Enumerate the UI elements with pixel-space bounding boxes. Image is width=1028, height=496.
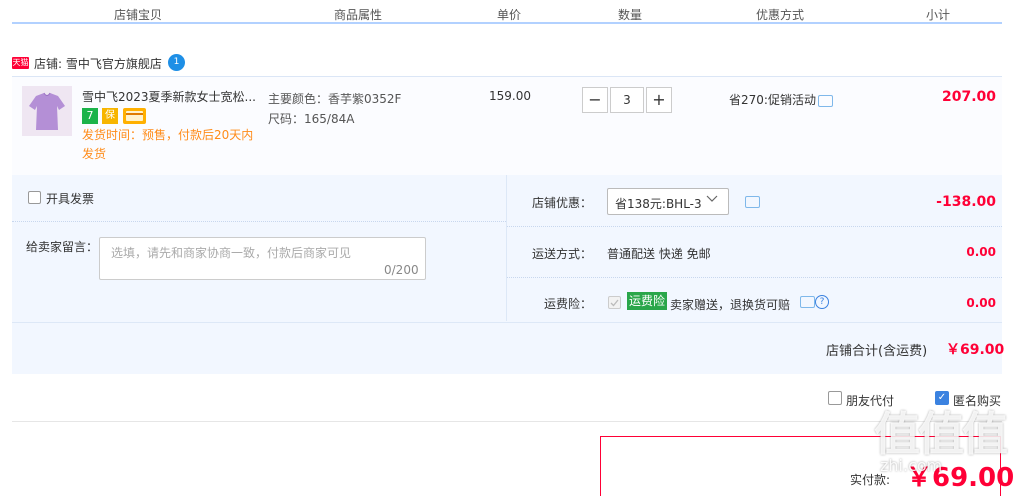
- invoice-checkbox[interactable]: [28, 191, 41, 204]
- qty-decrease-button[interactable]: −: [582, 87, 608, 113]
- seven-day-return-icon[interactable]: 7: [82, 108, 98, 124]
- insurance-checkbox[interactable]: [608, 296, 621, 309]
- watermark-domain: zhi.com: [880, 456, 943, 475]
- attr-color: 主要颜色：香芋紫0352F: [268, 92, 402, 106]
- qty-increase-button[interactable]: +: [646, 87, 672, 113]
- insurance-desc: 卖家赠送，退换货可赔: [670, 298, 791, 312]
- shop-total-label: 店铺合计(含运费): [826, 344, 928, 359]
- col-header-attr: 商品属性: [334, 8, 383, 22]
- watermark-logo: 值值值: [874, 407, 1008, 461]
- section-divider: [12, 421, 1002, 422]
- invoice-label: 开具发票: [46, 192, 95, 206]
- wangwang-chat-icon[interactable]: 1: [168, 54, 185, 71]
- qty-input[interactable]: 3: [610, 87, 644, 113]
- discount-chat-icon[interactable]: [745, 196, 760, 208]
- insurance-amount: 0.00: [966, 296, 996, 310]
- col-header-item: 店铺宝贝: [114, 8, 163, 22]
- col-header-subtotal: 小计: [926, 8, 951, 22]
- insurance-chat-icon[interactable]: [800, 296, 815, 308]
- promo-label: 省270:促销活动: [729, 93, 816, 107]
- quantity-stepper: − 3 +: [582, 87, 672, 113]
- message-char-count: 0/200: [384, 263, 419, 277]
- insurance-label: 运费险：: [544, 297, 593, 311]
- help-icon[interactable]: ?: [815, 295, 829, 309]
- insurance-tag: 运费险: [627, 292, 668, 310]
- table-header: 店铺宝贝 商品属性 单价 数量 优惠方式 小计: [0, 0, 1002, 24]
- product-thumbnail[interactable]: [22, 86, 72, 136]
- guarantee-icon[interactable]: 保: [102, 108, 118, 124]
- unit-price: 159.00: [489, 89, 531, 103]
- shipping-amount: 0.00: [966, 245, 996, 259]
- col-header-price: 单价: [497, 8, 522, 22]
- item-subtotal: 207.00: [941, 89, 996, 105]
- shop-total-amount: ￥69.00: [946, 342, 1005, 358]
- shipping-label: 运送方式：: [532, 247, 593, 261]
- header-divider: [12, 22, 1002, 24]
- col-header-promo: 优惠方式: [756, 8, 805, 22]
- product-title-link[interactable]: 雪中飞2023夏季新款女士宽松...: [82, 88, 260, 105]
- friend-pay-checkbox[interactable]: [828, 391, 842, 405]
- shop-discount-amount: -138.00: [936, 194, 996, 210]
- attr-size: 尺码：165/84A: [268, 112, 355, 126]
- credit-card-icon[interactable]: [123, 108, 146, 124]
- tmall-icon: 天猫: [12, 57, 29, 69]
- message-placeholder: 选填，请先和商家协商一致，付款后商家可见: [111, 246, 352, 260]
- promo-chat-icon[interactable]: [818, 95, 833, 107]
- shop-discount-selected: 省138元:BHL-3: [615, 197, 702, 211]
- chevron-down-icon: [706, 192, 718, 204]
- message-label: 给卖家留言：: [26, 240, 99, 254]
- shop-name-link[interactable]: 店铺: 雪中飞官方旗舰店: [34, 55, 162, 72]
- shipping-value: 普通配送 快递 免邮: [607, 247, 711, 261]
- shipping-time-note: 发货时间：预售，付款后20天内发货: [82, 128, 254, 161]
- col-header-qty: 数量: [618, 8, 643, 22]
- shop-discount-label: 店铺优惠：: [532, 196, 593, 210]
